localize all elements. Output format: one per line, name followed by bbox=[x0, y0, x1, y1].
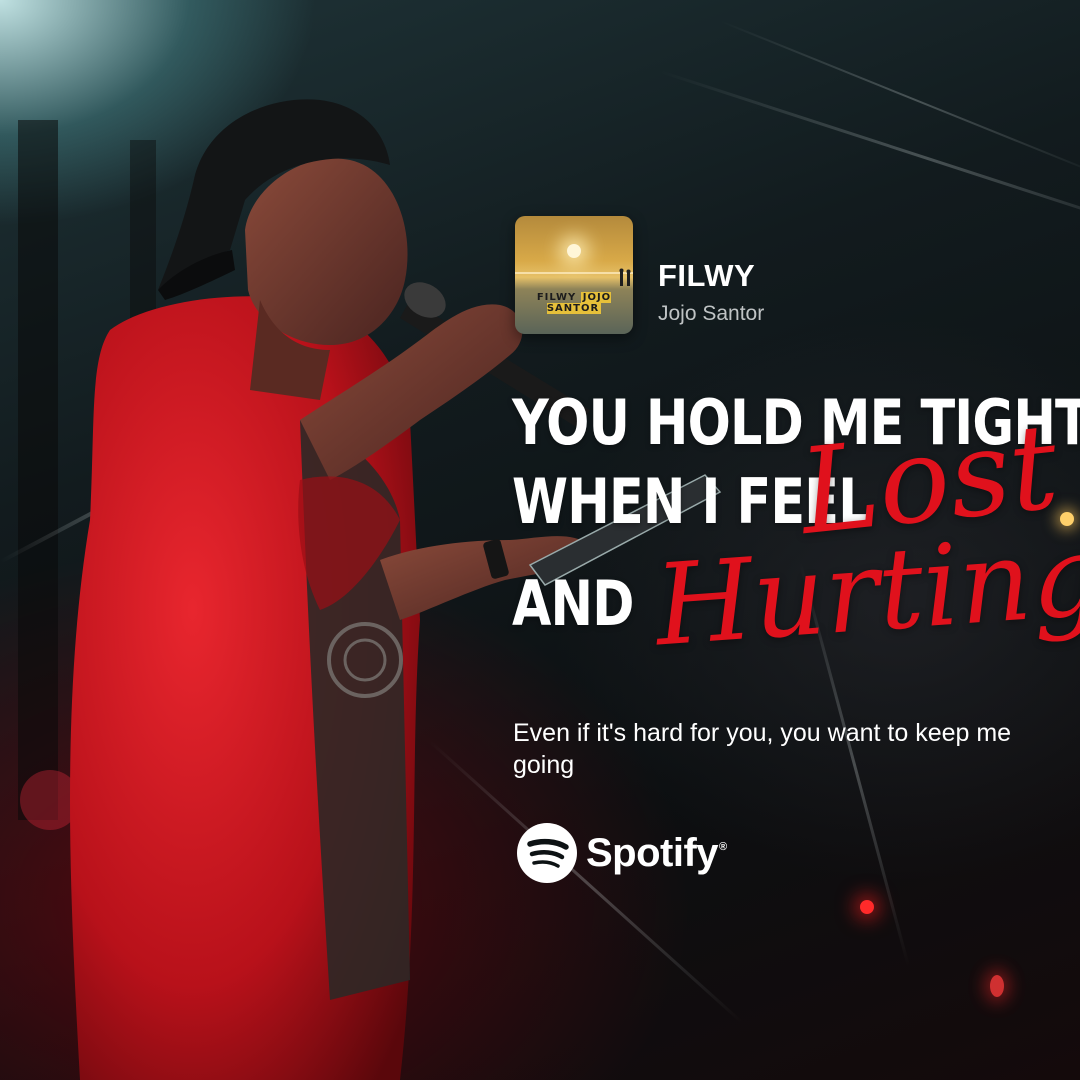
lyric-subtitle: Even if it's hard for you, you want to k… bbox=[513, 719, 1012, 779]
album-figures-icon bbox=[619, 268, 631, 286]
script-word-hurting: Hurting bbox=[651, 510, 1080, 672]
album-art-label: FILWY JOJO SANTOR bbox=[515, 292, 633, 314]
spotify-icon bbox=[517, 823, 577, 883]
album-word-1: FILWY bbox=[536, 292, 577, 303]
album-sun bbox=[567, 244, 581, 258]
song-title[interactable]: FILWY bbox=[658, 258, 755, 294]
lyric-line-3: AND bbox=[512, 567, 634, 640]
album-horizon bbox=[515, 272, 633, 274]
spotify-logo[interactable]: Spotify® bbox=[516, 822, 727, 884]
spotify-wordmark: Spotify® bbox=[586, 831, 727, 876]
spotify-name: Spotify bbox=[586, 830, 719, 875]
registered-mark: ® bbox=[719, 840, 727, 853]
poster-scene: FILWY JOJO SANTOR FILWY Jojo Santor YOU … bbox=[0, 0, 1080, 1080]
album-art[interactable]: FILWY JOJO SANTOR bbox=[515, 216, 633, 334]
artist-name[interactable]: Jojo Santor bbox=[658, 302, 764, 326]
